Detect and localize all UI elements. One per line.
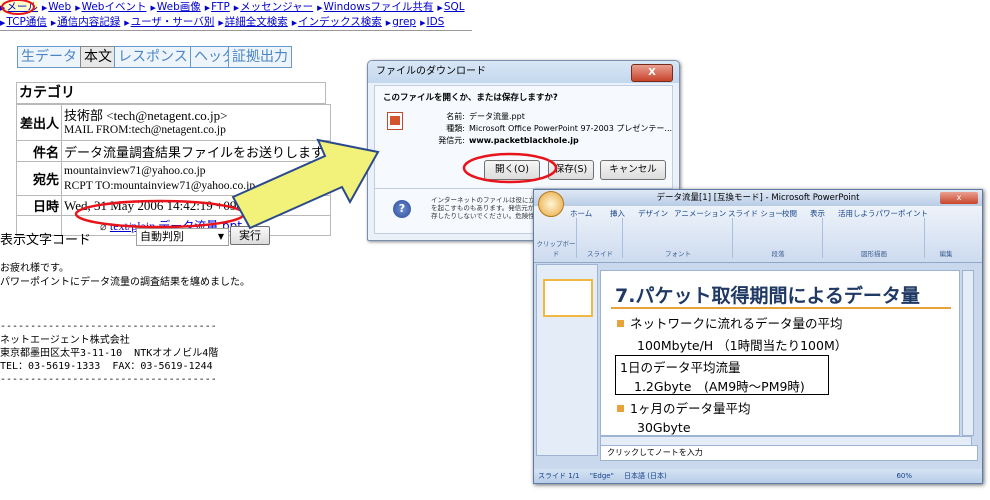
annotation-overlay <box>1 0 558 230</box>
highlight-oval-attachment <box>74 199 246 229</box>
arrow-icon <box>231 138 380 230</box>
office-button-icon[interactable] <box>538 191 564 217</box>
highlight-oval-open <box>462 152 558 184</box>
highlight-oval-mail <box>1 0 35 15</box>
